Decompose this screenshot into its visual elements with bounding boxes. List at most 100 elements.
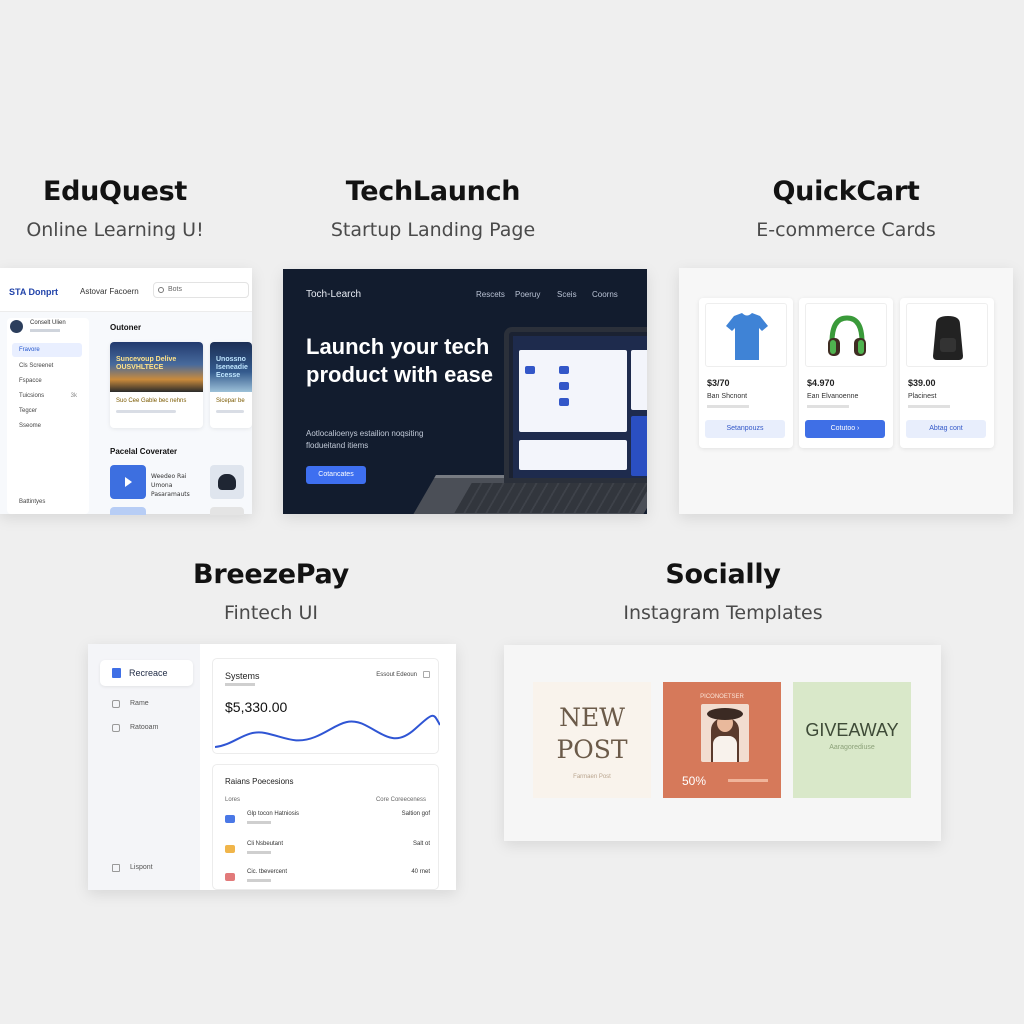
tshirt-icon — [726, 313, 768, 360]
sidebar-item-label: Cls Screenet — [19, 363, 54, 369]
video-thumbnail[interactable] — [110, 507, 146, 515]
product-name: Placinest — [908, 393, 937, 400]
mockup-chip — [525, 366, 535, 374]
nav-link[interactable]: Sceis — [557, 290, 577, 299]
heading-breezepay: BreezePay Fintech UI — [171, 559, 371, 624]
mockup-panel — [631, 416, 647, 476]
rating-placeholder — [707, 405, 749, 408]
calendar-icon — [423, 671, 430, 678]
nav-link[interactable]: Astovar Facoern — [80, 287, 139, 296]
product-thumbnail[interactable] — [210, 507, 244, 515]
sidebar-item[interactable]: Tegcer — [12, 404, 82, 418]
rating-placeholder — [807, 405, 849, 408]
logout-icon — [112, 864, 120, 872]
breezepay-preview: Recreace Rame Ratooam Lispont Systems $5… — [88, 644, 456, 890]
nav-link[interactable]: Poeruy — [515, 290, 540, 299]
document-icon — [112, 668, 121, 678]
headset-icon — [218, 474, 236, 490]
course-meta: Suo Cee Gable bec nehns — [116, 398, 187, 404]
course-thumbnail: Suncevoup Delive OUSVHLTECE — [110, 342, 203, 392]
backpack-icon — [933, 316, 963, 360]
product-button[interactable]: Setanpouzs — [705, 420, 785, 438]
product-card[interactable]: $3/70 Ban Shcnont Setanpouzs — [699, 298, 793, 448]
course-card[interactable]: Unossno Iseneadie Ecesse Sicepar be — [210, 342, 252, 428]
mockup-card — [519, 350, 627, 432]
transaction-row[interactable]: Cic. tbevercent 40 rnet — [225, 869, 430, 890]
product-card[interactable]: $39.00 Placinest Abtag cont — [900, 298, 994, 448]
heading-title: QuickCart — [772, 176, 920, 207]
sidebar-item-label: Tuicsions — [19, 393, 45, 399]
brand-logo[interactable]: STA Donprt — [9, 287, 58, 297]
sidebar-item[interactable]: Sseome — [12, 419, 82, 433]
sidebar-item[interactable]: Tuicsions 3k — [12, 389, 82, 403]
course-title: Suncevoup Delive OUSVHLTECE — [116, 356, 177, 371]
laptop-screen — [504, 327, 647, 483]
hero-subtext: Aotlocalioenys estailion noqsiting flodu… — [306, 429, 424, 450]
sidebar-item-label: Ratooam — [130, 724, 159, 731]
nav-link[interactable]: Rescets — [476, 290, 505, 299]
techlaunch-preview: Toch-Learch Rescets Poeruy Sceis Coorns … — [283, 269, 647, 514]
column-header: Core Coreeceness — [375, 797, 426, 803]
portrait-image — [701, 704, 749, 762]
sidebar-item-active[interactable]: Recreace — [100, 660, 193, 686]
post-caption: Aaragorediuse — [829, 744, 875, 751]
dashboard-mockup — [513, 336, 647, 478]
product-thumbnail[interactable] — [210, 465, 244, 499]
card-subtitle-placeholder — [225, 683, 255, 686]
section-heading: Pacelal Coverater — [110, 447, 178, 456]
chart-line — [215, 714, 440, 748]
mockup-card — [519, 440, 627, 470]
product-price: $39.00 — [908, 378, 936, 388]
section-heading: Outoner — [110, 323, 142, 332]
home-icon — [112, 700, 120, 708]
transaction-row[interactable]: Glp tocon Hatniosis Saltion gof — [225, 811, 430, 835]
post-headline: GIVEAWAY — [805, 720, 899, 740]
logout-button[interactable]: Lispont — [112, 864, 153, 872]
sidebar-item[interactable]: Ratooam — [112, 724, 159, 732]
heading-subtitle: Fintech UI — [223, 602, 319, 624]
product-price: $4.970 — [807, 378, 835, 388]
mockup-chip — [559, 382, 569, 390]
card-title: Systems — [225, 671, 260, 681]
transaction-row[interactable]: Cli Nsbeutant Salt ot — [225, 841, 430, 865]
product-button[interactable]: Abtag cont — [906, 420, 986, 438]
product-card[interactable]: $4.970 Ean Elvanoenne Cotutoo › — [799, 298, 893, 448]
filter-dropdown[interactable]: Essout Edeoun — [376, 671, 430, 678]
instagram-post[interactable]: PICONOETSER 50% — [663, 682, 781, 798]
cta-button[interactable]: Cotancates — [306, 466, 366, 484]
course-card[interactable]: Suncevoup Delive OUSVHLTECE Suo Cee Gabl… — [110, 342, 203, 428]
transaction-name: Cic. tbevercent — [247, 869, 288, 875]
play-button[interactable] — [110, 465, 146, 499]
heading-subtitle: Instagram Templates — [623, 602, 823, 624]
product-button[interactable]: Cotutoo › — [805, 420, 885, 438]
instagram-post[interactable]: NEW POST Farmaen Post — [533, 682, 651, 798]
transaction-name: Cli Nsbeutant — [247, 841, 284, 847]
mockup-chip — [559, 366, 569, 374]
sidebar-item[interactable]: Fravore — [12, 343, 82, 357]
transaction-amount: 40 rnet — [411, 869, 430, 875]
sidebar-item-label: Fspacce — [19, 378, 42, 384]
settings-link[interactable]: Battintyes — [12, 495, 82, 509]
mockup-chip — [559, 398, 569, 406]
column-header: Lores — [225, 797, 241, 803]
popular-item-title: Weedeo Rai Umona Pasaramauts — [151, 473, 190, 498]
post-caption: PICONOETSER — [700, 694, 744, 700]
heading-title: TechLaunch — [345, 176, 521, 207]
sidebar-item[interactable]: Fspacce — [12, 374, 82, 388]
sidebar-item-label: Fravore — [19, 347, 40, 353]
card-icon — [225, 873, 235, 881]
mockup-card — [631, 350, 647, 410]
sidebar-item[interactable]: Cls Screenet — [12, 359, 82, 373]
brand-logo[interactable]: Toch-Learch — [306, 289, 361, 300]
search-input[interactable]: Bots — [153, 282, 249, 298]
post-headline: NEW POST — [556, 703, 628, 764]
portrait-hat — [707, 708, 743, 720]
heading-subtitle: E-commerce Cards — [756, 219, 936, 241]
nav-link[interactable]: Coorns — [592, 290, 618, 299]
product-name: Ean Elvanoenne — [807, 393, 859, 400]
instagram-post[interactable]: GIVEAWAY Aaragorediuse — [793, 682, 911, 798]
transaction-name: Glp tocon Hatniosis — [247, 811, 300, 817]
progress-bar — [116, 410, 176, 413]
sidebar-item[interactable]: Rame — [112, 700, 149, 708]
top-bar: STA Donprt Astovar Facoern Bots — [0, 268, 252, 312]
